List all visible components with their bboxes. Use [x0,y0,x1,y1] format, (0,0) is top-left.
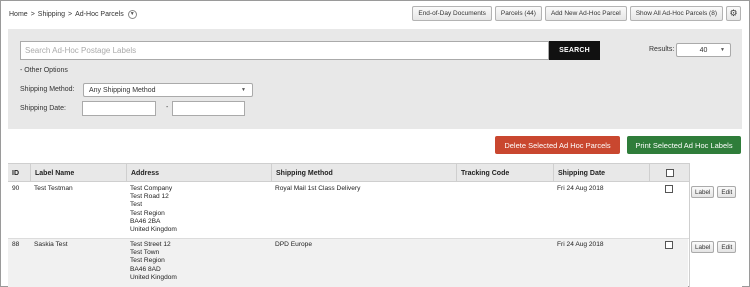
row-label-name: Test Testman [34,185,73,192]
column-header-shipping-method[interactable]: Shipping Method [271,164,456,182]
row-address: Test Company Test Road 12 Test Test Regi… [130,185,177,234]
row-actions-column: Label Edit Label Edit [689,163,742,287]
select-all-checkbox-cell [649,164,689,182]
delete-selected-button[interactable]: Delete Selected Ad Hoc Parcels [495,136,620,154]
parcels-button[interactable]: Parcels (44) [494,6,542,21]
column-header-label-name[interactable]: Label Name [30,164,126,182]
toolbar: End-of-Day Documents Parcels (44) Add Ne… [412,6,741,21]
chevron-down-icon: ▼ [241,87,246,93]
other-options-toggle[interactable]: - Other Options [20,67,68,74]
address-line: Test Town [130,249,160,257]
row-shipping-method: DPD Europe [275,241,313,248]
address-line: Test Region [130,209,165,217]
row-checkbox-cell [665,185,673,196]
label-button[interactable]: Label [691,186,715,198]
results-value: 40 [699,46,708,54]
row-address: Test Street 12 Test Town Test Region BA4… [130,241,177,282]
breadcrumb: Home > Shipping > Ad-Hoc Parcels ▼ [9,9,137,19]
results-label: Results: [649,46,675,53]
label-button[interactable]: Label [691,241,715,253]
edit-button[interactable]: Edit [717,241,737,253]
row-id: 90 [12,185,20,192]
results-select[interactable]: 40 ▼ [676,43,731,57]
address-line: United Kingdom [130,273,177,281]
shipping-date-to-input[interactable] [172,101,245,116]
row-id: 88 [12,241,20,248]
address-line: Test Region [130,257,165,265]
shipping-date-label: Shipping Date: [20,105,66,112]
address-line: Test [130,201,143,209]
chevron-down-icon: ▼ [720,47,725,53]
address-line: United Kingdom [130,226,177,234]
breadcrumb-separator: > [30,10,35,18]
breadcrumb-home[interactable]: Home [9,11,28,18]
shipping-method-label: Shipping Method: [20,86,75,93]
shipping-method-select[interactable]: Any Shipping Method ▼ [83,83,253,97]
print-selected-button[interactable]: Print Selected Ad Hoc Labels [627,136,741,154]
table-row: 90 Test Testman Test Company Test Road 1… [8,182,688,238]
address-line: BA46 2BA [130,217,161,225]
breadcrumb-shipping[interactable]: Shipping [38,11,65,18]
column-header-address[interactable]: Address [126,164,271,182]
edit-button[interactable]: Edit [717,186,737,198]
column-header-shipping-date[interactable]: Shipping Date [553,164,649,182]
row-checkbox[interactable] [665,185,673,193]
breadcrumb-current: Ad-Hoc Parcels [75,10,124,18]
row-shipping-date: Fri 24 Aug 2018 [557,241,604,248]
parcels-table: ID Label Name Address Shipping Method Tr… [8,163,742,287]
add-new-ad-hoc-parcel-button[interactable]: Add New Ad-Hoc Parcel [544,6,627,21]
chevron-down-icon[interactable]: ▼ [127,9,137,19]
address-line: Test Street 12 [130,241,171,248]
filter-panel: Search Ad-Hoc Postage Labels SEARCH Resu… [8,29,742,129]
address-line: Test Road 12 [130,193,169,201]
show-all-ad-hoc-parcels-button[interactable]: Show All Ad-Hoc Parcels (8) [629,6,723,21]
row-shipping-method: Royal Mail 1st Class Delivery [275,185,361,192]
row-checkbox[interactable] [665,241,673,249]
row-divider [8,238,742,239]
column-header-id[interactable]: ID [8,164,30,182]
gear-icon[interactable]: ⚙ [726,6,741,21]
row-checkbox-cell [665,241,673,252]
row-actions: Label Edit [691,241,737,253]
end-of-day-documents-button[interactable]: End-of-Day Documents [412,6,492,21]
row-label-name: Saskia Test [34,241,68,248]
date-range-separator: - [166,104,169,111]
row-shipping-date: Fri 24 Aug 2018 [557,185,604,192]
table-header: ID Label Name Address Shipping Method Tr… [8,163,742,182]
breadcrumb-separator: > [68,10,73,18]
search-button[interactable]: SEARCH [549,41,600,60]
shipping-method-value: Any Shipping Method [89,86,156,94]
select-all-checkbox[interactable] [665,169,674,177]
column-header-tracking-code[interactable]: Tracking Code [456,164,553,182]
address-line: Test Company [130,185,173,192]
address-line: BA46 8AD [130,265,161,273]
search-input[interactable]: Search Ad-Hoc Postage Labels [20,41,549,60]
table-row: 88 Saskia Test Test Street 12 Test Town … [8,238,688,287]
row-actions: Label Edit [691,186,737,198]
shipping-date-from-input[interactable] [82,101,156,116]
